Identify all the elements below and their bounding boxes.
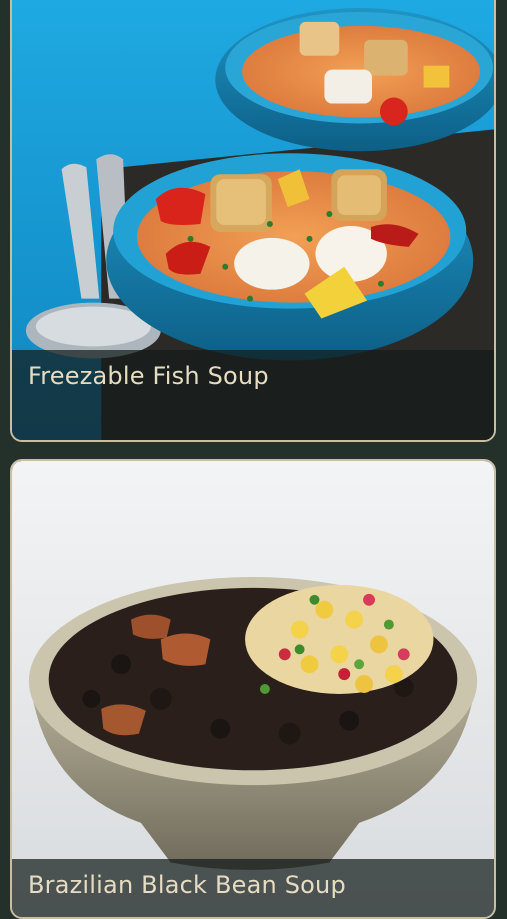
black-bean-soup-photo — [12, 461, 494, 917]
recipe-card-fish-soup[interactable]: Freezable Fish Soup — [10, 0, 496, 442]
recipe-title: Brazilian Black Bean Soup — [28, 871, 346, 899]
recipe-card-black-bean-soup[interactable]: Brazilian Black Bean Soup — [10, 459, 496, 919]
caption-bar: Freezable Fish Soup — [12, 350, 494, 440]
recipe-title: Freezable Fish Soup — [28, 362, 269, 390]
caption-bar: Brazilian Black Bean Soup — [12, 859, 494, 917]
